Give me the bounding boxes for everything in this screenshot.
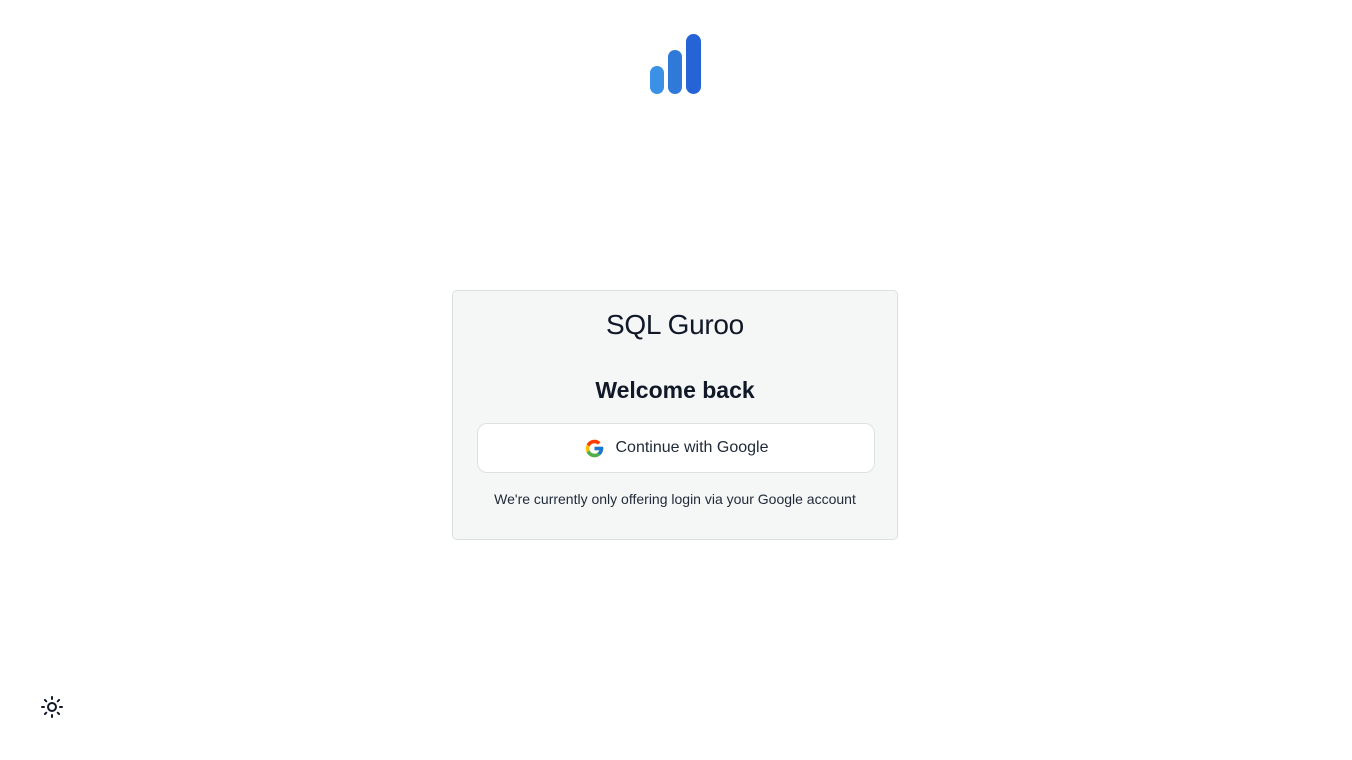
login-card: SQL Guroo Welcome back Continue with Goo… [452, 290, 898, 540]
login-note: We're currently only offering login via … [494, 491, 856, 507]
login-page: SQL Guroo Welcome back Continue with Goo… [0, 0, 1352, 760]
welcome-heading: Welcome back [595, 377, 755, 403]
theme-toggle-button[interactable] [40, 695, 64, 724]
bar-chart-logo-icon [649, 34, 703, 94]
app-name: SQL Guroo [606, 309, 744, 340]
google-icon [584, 438, 605, 459]
continue-with-google-button[interactable]: Continue with Google [477, 423, 875, 473]
sun-icon [40, 695, 64, 724]
google-button-label: Continue with Google [615, 439, 769, 456]
